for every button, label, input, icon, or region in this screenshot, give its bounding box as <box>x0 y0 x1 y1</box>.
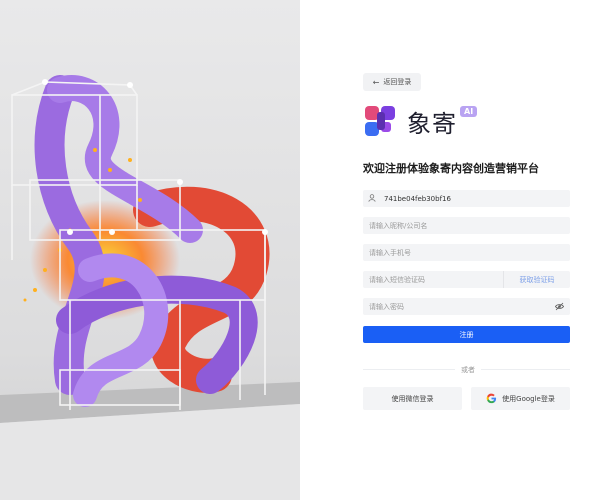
sms-code-input[interactable]: 请输入短信验证码 获取验证码 <box>363 271 570 288</box>
google-login-label: 使用Google登录 <box>502 394 555 403</box>
invite-code-value: 741be04feb30bf16 <box>384 194 451 203</box>
sculpture-illustration <box>0 75 300 500</box>
google-icon <box>486 393 497 404</box>
hero-illustration <box>0 0 300 500</box>
wechat-login-button[interactable]: 使用微信登录 <box>363 387 462 410</box>
page-title: 欢迎注册体验象寄内容创造营销平台 <box>363 162 539 175</box>
phone-placeholder: 请输入手机号 <box>369 248 411 257</box>
wechat-login-label: 使用微信登录 <box>391 394 434 403</box>
invite-code-field[interactable]: 741be04feb30bf16 <box>363 190 570 207</box>
register-form: ← 返回登录 象寄 AI 欢迎注册体验象寄内容创造营销平台 741be04feb… <box>363 0 570 500</box>
google-login-button[interactable]: 使用Google登录 <box>471 387 570 410</box>
password-placeholder: 请输入密码 <box>369 302 404 311</box>
ai-badge: AI <box>460 106 478 117</box>
user-icon <box>368 193 382 204</box>
register-page: ← 返回登录 象寄 AI 欢迎注册体验象寄内容创造营销平台 741be04feb… <box>0 0 600 500</box>
nickname-placeholder: 请输入昵称/公司名 <box>369 221 428 230</box>
register-button[interactable]: 注册 <box>363 326 570 343</box>
arrow-left-icon: ← <box>372 77 380 87</box>
get-sms-code-button[interactable]: 获取验证码 <box>503 271 570 288</box>
eye-off-icon[interactable] <box>555 302 564 311</box>
brand-logo: 象寄 AI <box>363 104 478 138</box>
brand-name: 象寄 <box>407 109 457 138</box>
sms-code-placeholder: 请输入短信验证码 <box>369 275 425 284</box>
back-to-login-button[interactable]: ← 返回登录 <box>363 73 421 91</box>
password-input[interactable]: 请输入密码 <box>363 298 570 315</box>
brand-logo-icon <box>365 106 395 136</box>
back-to-login-label: 返回登录 <box>383 78 412 86</box>
or-divider-label: 或者 <box>455 365 481 375</box>
phone-input[interactable]: 请输入手机号 <box>363 244 570 261</box>
nickname-input[interactable]: 请输入昵称/公司名 <box>363 217 570 234</box>
